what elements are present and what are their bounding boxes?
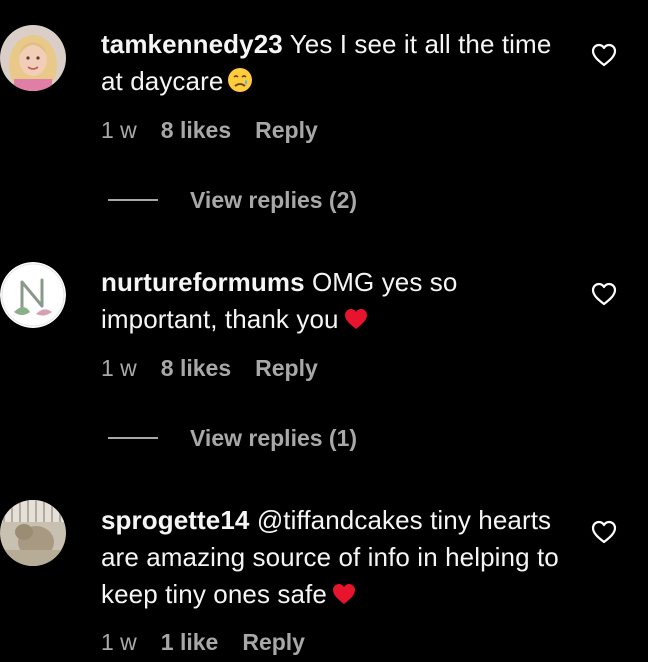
comment-meta: 1 w 8 likes Reply	[101, 355, 318, 382]
likes-count[interactable]: 1 like	[161, 629, 219, 656]
comment-text: nurtureformums OMG yes so important, tha…	[101, 264, 561, 341]
comment-username[interactable]: sprogette14	[101, 505, 249, 535]
avatar[interactable]	[0, 262, 66, 328]
replies-divider	[108, 437, 158, 439]
comment-time: 1 w	[101, 117, 137, 143]
view-replies-button[interactable]: View replies (1)	[108, 423, 357, 453]
comment-meta: 1 w 8 likes Reply	[101, 117, 318, 144]
heart-icon[interactable]	[590, 42, 618, 68]
avatar[interactable]	[0, 500, 66, 566]
comment-meta: 1 w 1 like Reply	[101, 629, 305, 656]
comment-time: 1 w	[101, 355, 137, 381]
view-replies-label: View replies (1)	[190, 424, 358, 451]
comment-text: tamkennedy23 Yes I see it all the time a…	[101, 26, 561, 103]
likes-count[interactable]: 8 likes	[161, 117, 231, 144]
comment-username[interactable]: tamkennedy23	[101, 29, 283, 59]
avatar[interactable]	[0, 25, 66, 91]
comment-time: 1 w	[101, 629, 137, 655]
replies-divider	[108, 199, 158, 201]
likes-count[interactable]: 8 likes	[161, 355, 231, 382]
view-replies-button[interactable]: View replies (2)	[108, 185, 357, 215]
heart-icon[interactable]	[590, 281, 618, 307]
red-heart-emoji-icon	[331, 579, 357, 616]
reply-button[interactable]: Reply	[242, 629, 305, 656]
comment-text: sprogette14 @tiffandcakes tiny hearts ar…	[101, 502, 561, 616]
comments-screen: { "comments": [ { "username": "tamkenned…	[0, 0, 648, 662]
crying-face-emoji-icon	[227, 66, 253, 103]
red-heart-emoji-icon	[343, 304, 369, 341]
reply-button[interactable]: Reply	[255, 117, 318, 144]
heart-icon[interactable]	[590, 519, 618, 545]
reply-button[interactable]: Reply	[255, 355, 318, 382]
view-replies-label: View replies (2)	[190, 186, 358, 213]
comment-username[interactable]: nurtureformums	[101, 267, 305, 297]
